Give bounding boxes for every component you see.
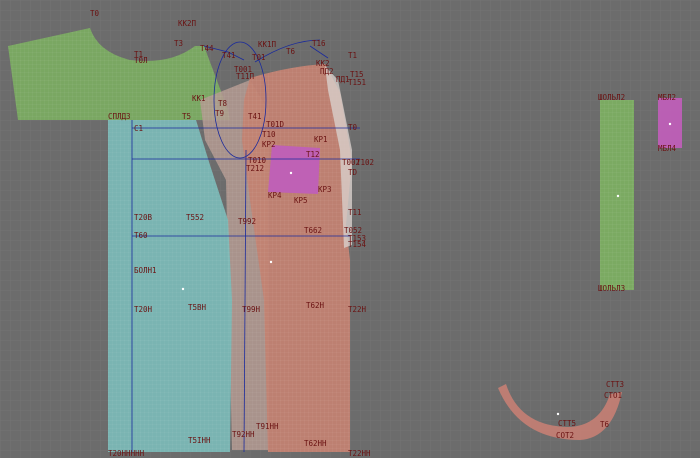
label-t9: T9 xyxy=(215,109,225,118)
label-sto1: СТО1 xyxy=(604,391,623,400)
label-t22n: T22H xyxy=(348,305,367,314)
label-t22nn: T22HH xyxy=(348,449,371,458)
label-t154: T154 xyxy=(348,240,367,249)
label-t41b: T41 xyxy=(248,112,262,121)
label-t662: T662 xyxy=(304,226,323,235)
label-t3: T3 xyxy=(174,39,184,48)
label-t01d: T01D xyxy=(266,120,285,129)
label-t102: T102 xyxy=(356,158,375,167)
strip-piece[interactable] xyxy=(600,100,634,290)
label-tt6: T6 xyxy=(600,420,610,429)
label-kk1p: KK1П xyxy=(258,40,277,49)
label-stt5: СТТ5 xyxy=(558,419,577,428)
label-kr5: KP5 xyxy=(294,196,308,205)
label-strip-top: ШОЛЬЛ2 xyxy=(598,93,626,102)
label-t92nn: T92HH xyxy=(232,430,255,439)
label-stt3: СТТ3 xyxy=(606,380,625,389)
label-t6: T6 xyxy=(286,47,296,56)
label-t992: T992 xyxy=(238,217,257,226)
label-kr3: KP3 xyxy=(318,185,332,194)
label-t60: T60 xyxy=(134,231,148,240)
label-t10: T10 xyxy=(262,130,276,139)
label-kr2: KP2 xyxy=(262,140,276,149)
label-t0l: T0Л xyxy=(134,56,148,65)
label-boln1: БОЛН1 xyxy=(134,266,157,275)
label-small-bottom: MБЛ4 xyxy=(658,144,677,153)
label-t1: T1 xyxy=(348,51,358,60)
label-pd2: ПД2 xyxy=(320,67,334,76)
label-kr4: KP4 xyxy=(268,191,282,200)
label-t8: T8 xyxy=(218,99,228,108)
label-t5inn: T5IHH xyxy=(188,436,211,445)
label-t5: T5 xyxy=(182,112,192,121)
label-t62nn: T62HH xyxy=(304,439,327,448)
label-t62n: T62H xyxy=(306,301,325,310)
label-t99n: T99H xyxy=(242,305,261,314)
label-t20nn: T20HHHHH xyxy=(108,449,145,458)
label-kk1: KK1 xyxy=(192,94,206,103)
label-t11p: T11П xyxy=(236,72,255,81)
label-t212: T212 xyxy=(246,164,265,173)
label-t44: T44 xyxy=(200,44,214,53)
label-t20b: T20B xyxy=(134,213,153,222)
label-t20n: T20H xyxy=(134,305,153,314)
label-t01: T01 xyxy=(252,53,266,62)
label-t11: T11 xyxy=(348,208,362,217)
label-sot2: СОТ2 xyxy=(556,431,575,440)
label-t91nn: T91HH xyxy=(256,422,279,431)
label-small-top: MБЛ2 xyxy=(658,93,677,102)
label-t5bn: T5BH xyxy=(188,303,207,312)
label-c1: C1 xyxy=(134,124,144,133)
label-t151: T151 xyxy=(348,78,367,87)
label-kr1: KP1 xyxy=(314,135,328,144)
label-t16: T16 xyxy=(312,39,326,48)
label-td: TD xyxy=(348,168,358,177)
label-t0: T0 xyxy=(90,9,100,18)
label-t0r: T0 xyxy=(348,123,358,132)
label-t41: T41 xyxy=(222,51,236,60)
label-spldz: СПЛДЗ xyxy=(108,112,131,121)
label-kk2p: KK2П xyxy=(178,19,197,28)
label-strip-bottom: ШОЛЬЛЗ xyxy=(598,284,626,293)
label-t552: T552 xyxy=(186,213,205,222)
label-t12: T12 xyxy=(306,150,320,159)
